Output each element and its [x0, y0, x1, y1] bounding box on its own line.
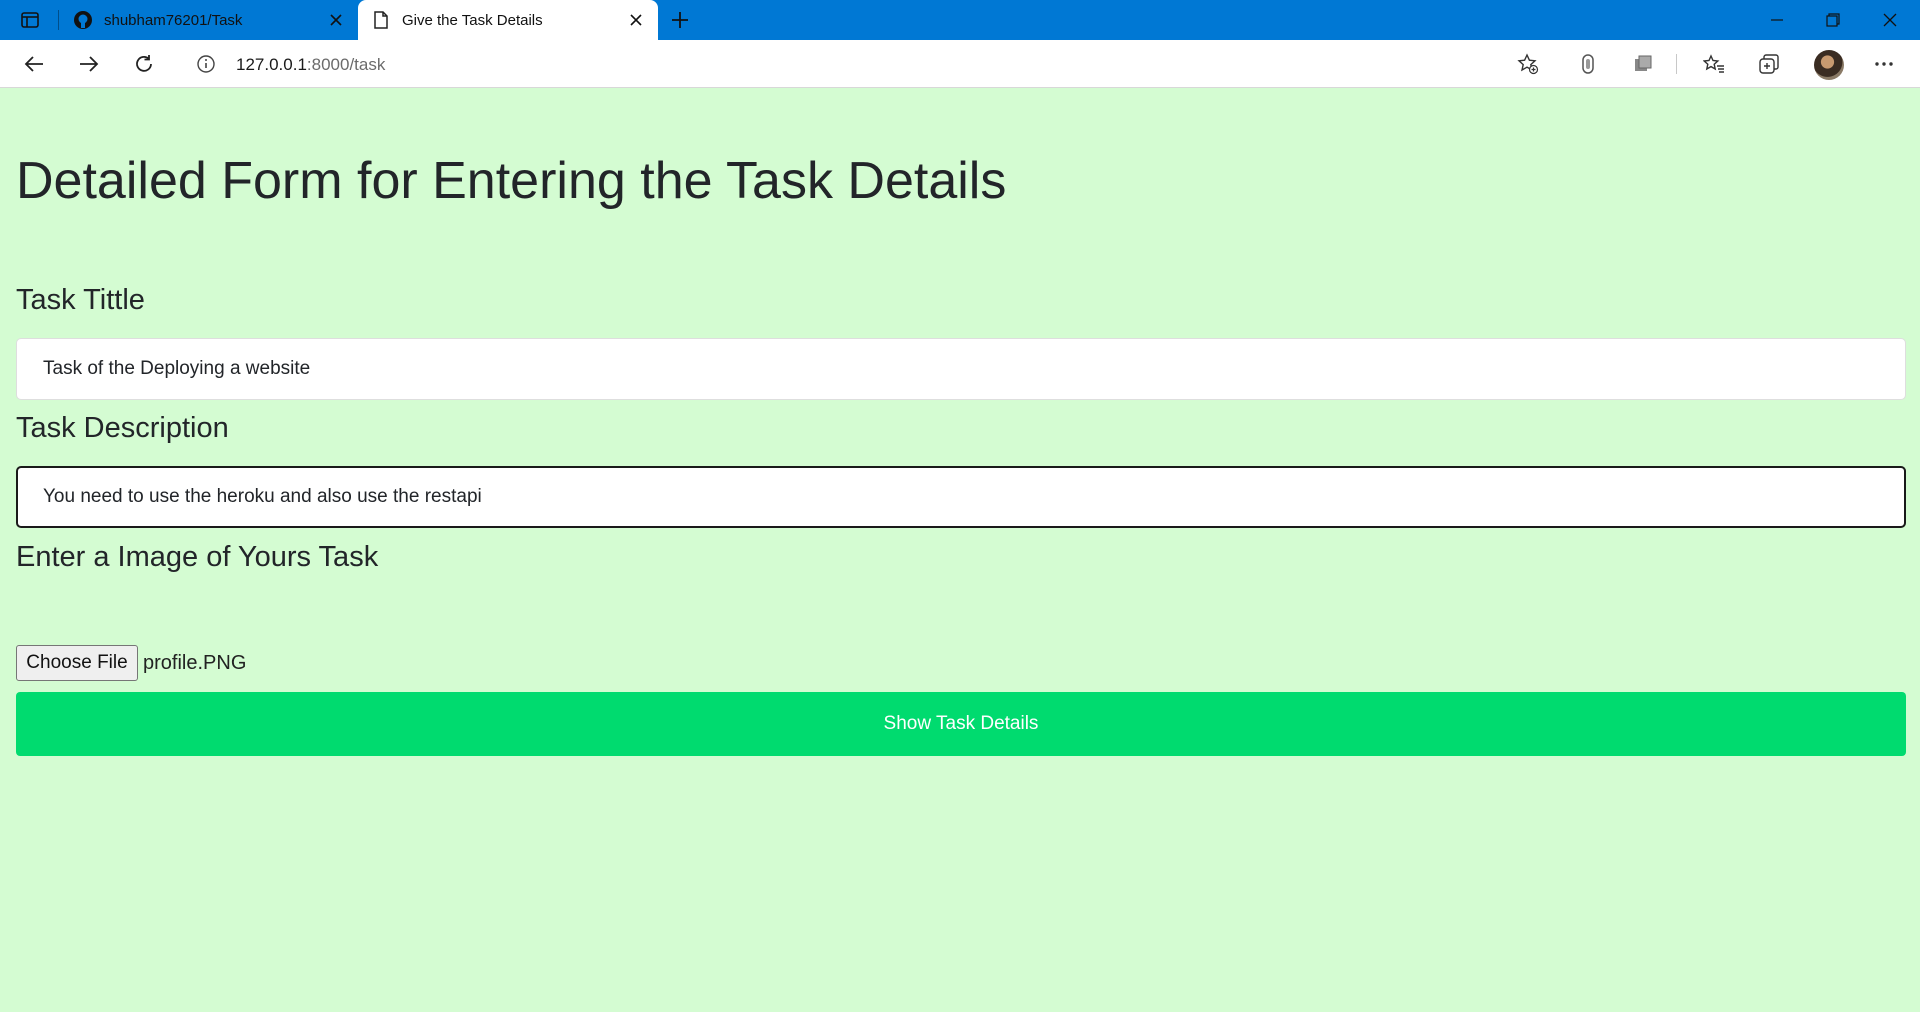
- close-icon[interactable]: [624, 8, 648, 32]
- collections-icon[interactable]: [1753, 48, 1785, 80]
- task-title-input[interactable]: [16, 338, 1906, 400]
- refresh-icon[interactable]: [128, 48, 160, 80]
- favorites-icon[interactable]: [1698, 48, 1730, 80]
- browser-toolbar: 127.0.0.1:8000/task: [0, 40, 1920, 88]
- close-window-icon[interactable]: [1862, 0, 1918, 40]
- task-image-label: Enter a Image of Yours Task: [16, 541, 379, 573]
- page-content: Detailed Form for Entering the Task Deta…: [0, 89, 1920, 1012]
- address-bar[interactable]: 127.0.0.1:8000/task: [182, 45, 1552, 83]
- profile-avatar[interactable]: [1814, 50, 1844, 80]
- github-icon: [72, 9, 94, 31]
- url-path: :8000/task: [306, 55, 386, 74]
- task-description-input[interactable]: [16, 466, 1906, 528]
- forward-icon[interactable]: [73, 48, 105, 80]
- toolbar-divider: [1676, 54, 1677, 74]
- tab-divider: [58, 10, 59, 30]
- new-tab-icon[interactable]: [666, 6, 694, 34]
- tab-strip: shubham76201/Task Give the Task Details: [0, 0, 1920, 40]
- task-description-label: Task Description: [16, 412, 229, 444]
- back-icon[interactable]: [18, 48, 50, 80]
- url-text[interactable]: 127.0.0.1:8000/task: [236, 55, 385, 75]
- tab-give-task-details[interactable]: Give the Task Details: [358, 0, 658, 40]
- add-favorite-icon[interactable]: [1512, 48, 1544, 80]
- more-options-icon[interactable]: [1868, 48, 1900, 80]
- minimize-icon[interactable]: [1749, 0, 1805, 40]
- tab-title: Give the Task Details: [402, 11, 543, 29]
- tab-github[interactable]: shubham76201/Task: [60, 0, 358, 40]
- selected-file-name: profile.PNG: [143, 652, 247, 674]
- extension-cube-icon[interactable]: [1627, 48, 1659, 80]
- page-icon: [370, 9, 392, 31]
- restore-icon[interactable]: [1805, 0, 1861, 40]
- show-task-details-button[interactable]: Show Task Details: [16, 692, 1906, 756]
- info-icon[interactable]: [196, 54, 216, 74]
- page-title: Detailed Form for Entering the Task Deta…: [16, 152, 1007, 210]
- tab-title: shubham76201/Task: [104, 11, 243, 29]
- close-icon[interactable]: [324, 8, 348, 32]
- choose-file-button[interactable]: Choose File: [16, 645, 138, 681]
- tab-actions-icon[interactable]: [14, 8, 46, 32]
- task-title-label: Task Tittle: [16, 284, 145, 316]
- url-host: 127.0.0.1: [236, 55, 307, 74]
- extension-icon[interactable]: [1572, 48, 1604, 80]
